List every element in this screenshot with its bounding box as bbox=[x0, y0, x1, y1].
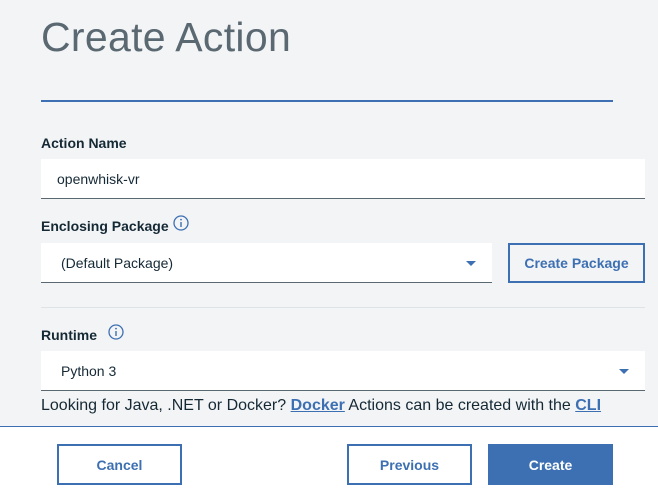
action-name-label: Action Name bbox=[41, 135, 127, 151]
hint-prefix: Looking for Java, .NET or Docker? bbox=[41, 397, 287, 414]
runtime-select[interactable]: Python 3 bbox=[41, 351, 645, 391]
create-package-button[interactable]: Create Package bbox=[508, 243, 645, 283]
docker-link[interactable]: Docker bbox=[291, 397, 345, 414]
cli-link[interactable]: CLI bbox=[575, 397, 601, 414]
page-title: Create Action bbox=[41, 14, 292, 60]
previous-button[interactable]: Previous bbox=[347, 444, 472, 485]
dialog-footer: Cancel Previous Create bbox=[0, 426, 658, 495]
enclosing-package-select[interactable]: (Default Package) bbox=[41, 243, 492, 283]
section-divider bbox=[41, 307, 645, 308]
runtime-selected: Python 3 bbox=[61, 363, 117, 379]
enclosing-package-selected: (Default Package) bbox=[61, 255, 174, 271]
create-button[interactable]: Create bbox=[488, 444, 613, 485]
runtime-label: Runtime bbox=[41, 327, 97, 343]
title-divider bbox=[41, 100, 613, 102]
chevron-down-icon bbox=[466, 261, 476, 266]
action-name-input[interactable] bbox=[41, 159, 645, 199]
chevron-down-icon bbox=[619, 369, 629, 374]
enclosing-package-label: Enclosing Package bbox=[41, 218, 169, 234]
runtime-hint: Looking for Java, .NET or Docker? Docker… bbox=[41, 397, 601, 415]
info-icon[interactable] bbox=[173, 215, 189, 231]
hint-middle: Actions can be created with the bbox=[348, 397, 571, 414]
info-icon[interactable] bbox=[108, 324, 124, 340]
cancel-button[interactable]: Cancel bbox=[57, 444, 182, 485]
